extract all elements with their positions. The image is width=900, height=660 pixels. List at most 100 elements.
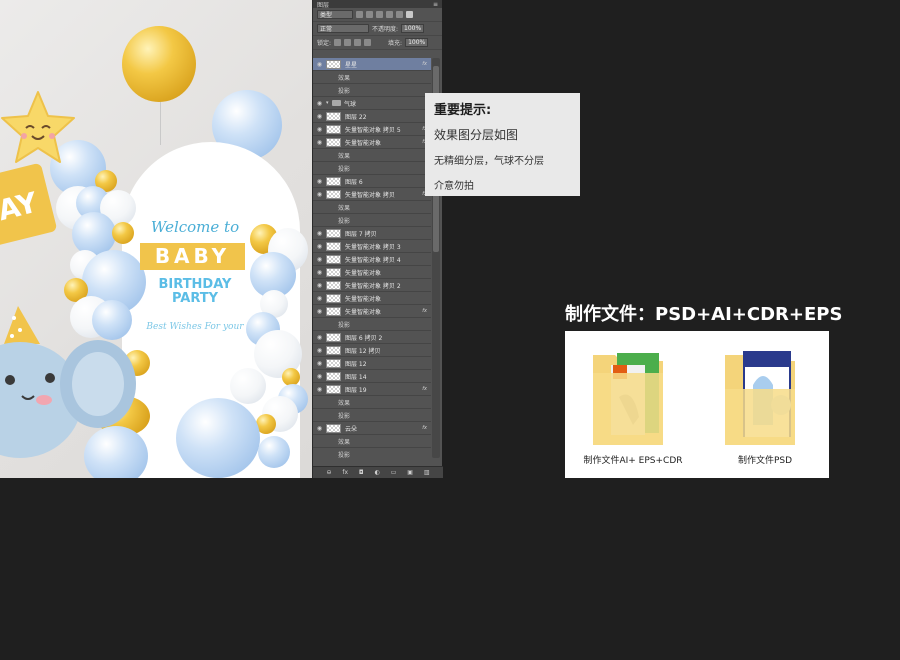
layer-thumbnail	[326, 371, 341, 381]
ai-files-folder[interactable]: 制作文件AI+ EPS+CDR	[573, 339, 693, 474]
lock-position-icon[interactable]	[354, 39, 362, 46]
layer-row[interactable]: ◉ 图层 6	[313, 175, 431, 188]
visibility-eye-icon[interactable]: ◉	[313, 230, 326, 237]
layer-group-folder-icon	[332, 100, 341, 106]
visibility-eye-icon[interactable]: ◉	[313, 243, 326, 250]
layer-row[interactable]: ◉ 图层 19 fx	[313, 383, 431, 396]
visibility-eye-icon[interactable]: ◉	[313, 334, 326, 341]
layer-row[interactable]: ◉ 云朵 fx	[313, 422, 431, 435]
new-layer-icon[interactable]: ▣	[407, 469, 413, 476]
layer-row[interactable]: 投影	[313, 214, 431, 227]
layer-row[interactable]: 投影	[313, 162, 431, 175]
layer-name: 效果	[338, 74, 351, 82]
trash-icon[interactable]: ▥	[424, 469, 430, 476]
layer-row[interactable]: 投影	[313, 318, 431, 331]
blend-mode-value: 正常	[320, 26, 333, 33]
visibility-eye-icon[interactable]: ◉	[313, 282, 326, 289]
filter-smart-icon[interactable]	[396, 11, 403, 18]
elephant-character-icon	[0, 306, 136, 458]
visibility-eye-icon[interactable]: ◉	[313, 386, 326, 393]
visibility-eye-icon[interactable]: ◉	[313, 269, 326, 276]
blend-mode-select[interactable]: 正常	[317, 24, 369, 33]
files-card: 制作文件AI+ EPS+CDR 制作文件PSD	[565, 331, 829, 478]
lock-row: 锁定: 填充: 100%	[313, 36, 442, 50]
visibility-eye-icon[interactable]: ◉	[313, 113, 326, 120]
visibility-eye-icon[interactable]: ◉	[313, 139, 326, 146]
layer-row[interactable]: ◉ 矢量智能对象 拷贝 2	[313, 279, 431, 292]
layer-fx-badge[interactable]: fx	[422, 386, 431, 392]
layer-fx-badge[interactable]: fx	[422, 425, 431, 431]
layer-row[interactable]: 投影	[313, 448, 431, 459]
layer-row[interactable]: ◉ 矢量智能对象	[313, 266, 431, 279]
layer-name: 矢量智能对象	[345, 269, 382, 277]
layer-row[interactable]: ◉ 矢量智能对象	[313, 292, 431, 305]
layer-row[interactable]: ◉ 图层 14	[313, 370, 431, 383]
layers-tab[interactable]: 图层	[317, 0, 329, 9]
layer-row[interactable]: 效果	[313, 71, 431, 84]
filter-toggle-icon[interactable]	[406, 11, 413, 18]
panel-menu-icon[interactable]: ≡	[433, 1, 438, 8]
visibility-eye-icon[interactable]: ◉	[313, 295, 326, 302]
psd-files-folder[interactable]: 制作文件PSD	[705, 339, 825, 474]
filter-type-icon[interactable]	[376, 11, 383, 18]
layer-name: 矢量智能对象	[345, 308, 382, 316]
layer-row[interactable]: 效果	[313, 435, 431, 448]
link-icon[interactable]: ⊖	[326, 469, 331, 476]
layer-fx-badge[interactable]: fx	[422, 61, 431, 67]
party-line: PARTY	[171, 291, 219, 306]
visibility-eye-icon[interactable]: ◉	[313, 360, 326, 367]
opacity-field[interactable]: 100%	[401, 24, 425, 33]
visibility-eye-icon[interactable]: ◉	[313, 178, 326, 185]
adjustment-icon[interactable]: ◐	[375, 469, 380, 476]
lock-transparent-icon[interactable]	[334, 39, 342, 46]
layer-name: 矢量智能对象 拷贝 2	[345, 282, 401, 290]
layer-row[interactable]: ◉ 图层 12	[313, 357, 431, 370]
layer-row[interactable]: 效果	[313, 396, 431, 409]
layer-row[interactable]: 投影	[313, 84, 431, 97]
panel-titlebar: 图层 ≡	[313, 0, 442, 9]
note-title: 重要提示:	[434, 103, 492, 118]
layer-row[interactable]: 效果	[313, 149, 431, 162]
layer-row[interactable]: ◉矢量智能对象 拷贝fx	[313, 188, 431, 201]
layer-name: 矢量智能对象	[345, 139, 382, 147]
note-line: 效果图分层如图	[434, 128, 519, 142]
layer-name: 矢量智能对象 拷贝	[345, 191, 395, 199]
layer-fx-badge[interactable]: fx	[422, 308, 431, 314]
layer-name: 矢量智能对象 拷贝 5	[345, 126, 401, 134]
visibility-eye-icon[interactable]: ◉	[313, 126, 326, 133]
visibility-eye-icon[interactable]: ◉	[313, 61, 326, 68]
layer-row[interactable]: ◉ ▾ 气球	[313, 97, 431, 110]
visibility-eye-icon[interactable]: ◉	[313, 100, 326, 107]
layer-row[interactable]: ◉ 图层 12 拷贝	[313, 344, 431, 357]
visibility-eye-icon[interactable]: ◉	[313, 373, 326, 380]
layer-row[interactable]: 效果	[313, 201, 431, 214]
blend-row: 正常 不透明度: 100%	[313, 22, 442, 36]
filter-adjust-icon[interactable]	[366, 11, 373, 18]
lock-image-icon[interactable]	[344, 39, 352, 46]
layer-row[interactable]: ◉矢量智能对象 拷贝 5fx	[313, 123, 431, 136]
visibility-eye-icon[interactable]: ◉	[313, 347, 326, 354]
lock-all-icon[interactable]	[364, 39, 372, 46]
visibility-eye-icon[interactable]: ◉	[313, 191, 326, 198]
layer-row[interactable]: ◉ 图层 7 拷贝	[313, 227, 431, 240]
layer-row[interactable]: ◉ 矢量智能对象 fx	[313, 305, 431, 318]
mask-icon[interactable]: ◘	[359, 469, 364, 476]
fx-icon[interactable]: fx	[342, 469, 348, 476]
layer-name: 效果	[338, 204, 351, 212]
visibility-eye-icon[interactable]: ◉	[313, 308, 326, 315]
fill-field[interactable]: 100%	[405, 38, 429, 47]
layer-row[interactable]: 投影	[313, 409, 431, 422]
folder-icon[interactable]: ▭	[391, 469, 397, 476]
filter-shape-icon[interactable]	[386, 11, 393, 18]
visibility-eye-icon[interactable]: ◉	[313, 256, 326, 263]
visibility-eye-icon[interactable]: ◉	[313, 425, 326, 432]
filter-kind-select[interactable]: 类型	[317, 10, 353, 19]
layer-row[interactable]: ◉矢量智能对象fx	[313, 136, 431, 149]
filter-pixel-icon[interactable]	[356, 11, 363, 18]
layer-row[interactable]: ◉ 星星 fx	[313, 58, 431, 71]
layer-row[interactable]: ◉ 矢量智能对象 拷贝 3	[313, 240, 431, 253]
layer-row[interactable]: ◉ 图层 6 拷贝 2	[313, 331, 431, 344]
layer-row[interactable]: ◉ 图层 22	[313, 110, 431, 123]
layer-row[interactable]: ◉ 矢量智能对象 拷贝 4	[313, 253, 431, 266]
layer-name: 图层 12 拷贝	[345, 347, 381, 355]
